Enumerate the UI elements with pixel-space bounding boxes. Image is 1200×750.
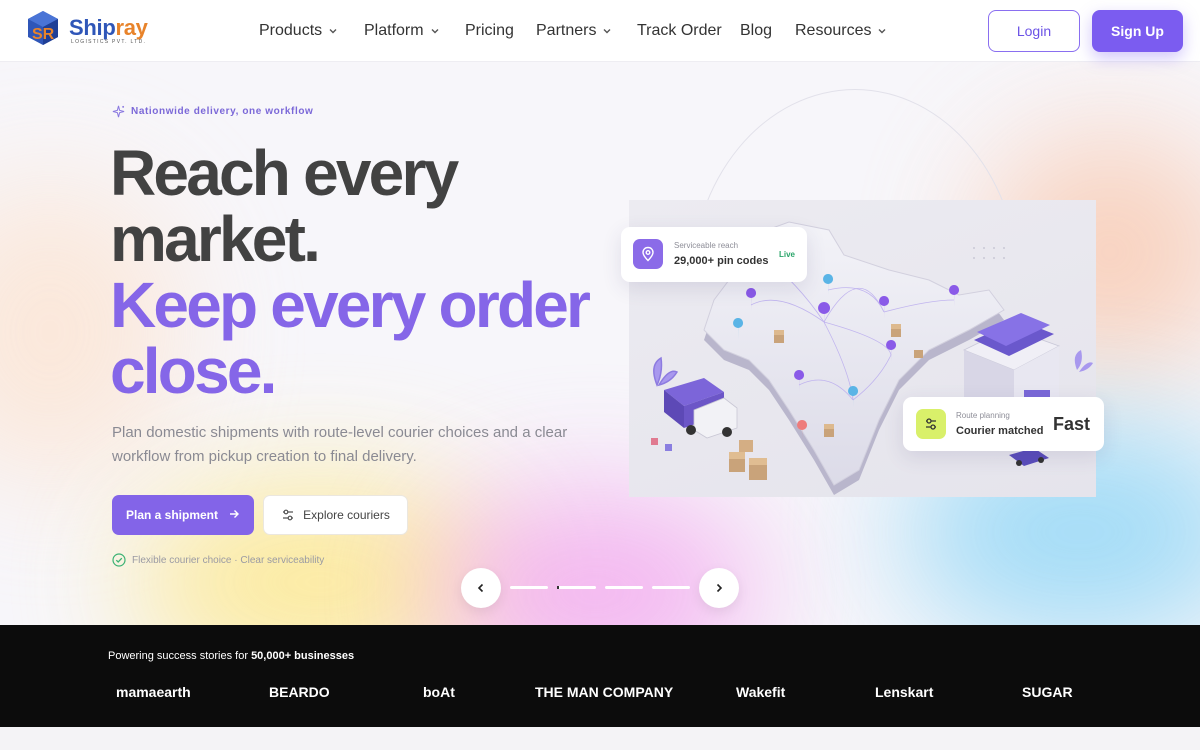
truck-graphic <box>664 378 738 439</box>
svg-text:SR: SR <box>32 26 55 43</box>
logo-tagline: LOGISTICS PVT. LTD. <box>71 39 147 45</box>
carousel-dot-4[interactable] <box>652 586 690 589</box>
carousel-prev-button[interactable] <box>461 568 501 608</box>
chevron-right-icon <box>716 583 723 593</box>
brand-logo-wakefit: Wakefit <box>736 684 786 700</box>
nav-platform[interactable]: Platform <box>364 22 440 40</box>
brand-logo-beardo: BEARDO <box>269 684 330 700</box>
brand-logo-sugar: SUGAR <box>1022 684 1073 700</box>
chevron-down-icon <box>878 29 886 34</box>
hero-description: Plan domestic shipments with route-level… <box>112 424 568 465</box>
check-circle-icon <box>112 553 126 567</box>
headline-line-1: Reach every <box>110 137 459 209</box>
nav-pricing[interactable]: Pricing <box>465 22 514 40</box>
plan-shipment-button[interactable]: Plan a shipment <box>112 495 254 535</box>
customer-logos-strip: Powering success stories for 50,000+ bus… <box>0 625 1200 727</box>
logo-wordmark: Shipray <box>69 15 148 40</box>
route-label: Route planning <box>956 411 1010 420</box>
nav-track-order[interactable]: Track Order <box>637 22 722 40</box>
chevron-down-icon <box>431 29 439 34</box>
shipray-logo-icon: SR <box>28 11 58 45</box>
location-pin-icon <box>633 239 663 269</box>
route-icon <box>916 409 946 439</box>
brand-logo-mamaearth: mamaearth <box>116 684 191 700</box>
sliders-icon <box>283 509 294 521</box>
nav-resources[interactable]: Resources <box>795 22 887 40</box>
carousel-next-button[interactable] <box>699 568 739 608</box>
sparkle-icon <box>112 105 125 118</box>
chevron-down-icon <box>329 29 337 34</box>
chevron-left-icon <box>477 583 484 593</box>
carousel-dot-1[interactable] <box>510 586 548 589</box>
headline-line-3: Keep every order <box>110 269 591 341</box>
shipray-logo[interactable]: SR Shipray LOGISTICS PVT. LTD. <box>24 9 164 49</box>
reach-label: Serviceable reach <box>674 241 739 250</box>
nav-blog[interactable]: Blog <box>740 22 772 40</box>
login-button[interactable]: Login <box>988 10 1080 52</box>
route-highlight: Fast <box>1053 414 1091 434</box>
logos-heading: Powering success stories for 50,000+ bus… <box>108 650 355 662</box>
carousel-dot-2-active[interactable] <box>557 586 596 589</box>
nav-partners[interactable]: Partners <box>536 22 612 40</box>
serviceable-reach-card: Serviceable reach 29,000+ pin codes Live <box>621 227 807 282</box>
hero-eyebrow: Nationwide delivery, one workflow <box>112 105 313 118</box>
site-header: SR Shipray LOGISTICS PVT. LTD. Products … <box>0 0 1200 62</box>
arrow-right-icon <box>228 508 240 523</box>
brand-logo-lenskart: Lenskart <box>875 684 934 700</box>
headline-line-4: close. <box>110 335 277 407</box>
carousel-dot-3[interactable] <box>605 586 643 589</box>
nav-products[interactable]: Products <box>259 22 338 40</box>
next-section-edge <box>0 727 1200 750</box>
brand-logo-boat: boAt <box>423 684 455 700</box>
route-value: Courier matched <box>956 425 1044 437</box>
chevron-down-icon <box>603 29 611 34</box>
route-planning-card: Route planning Courier matched Fast <box>903 397 1104 451</box>
signup-button[interactable]: Sign Up <box>1092 10 1183 52</box>
headline-line-2: market. <box>110 203 321 275</box>
hero-note: Flexible courier choice · Clear servicea… <box>112 553 324 567</box>
live-badge: Live <box>779 250 796 259</box>
brand-logo-the-man-company: THE MAN COMPANY <box>535 684 674 700</box>
reach-value: 29,000+ pin codes <box>674 255 769 267</box>
explore-couriers-button[interactable]: Explore couriers <box>263 495 408 535</box>
